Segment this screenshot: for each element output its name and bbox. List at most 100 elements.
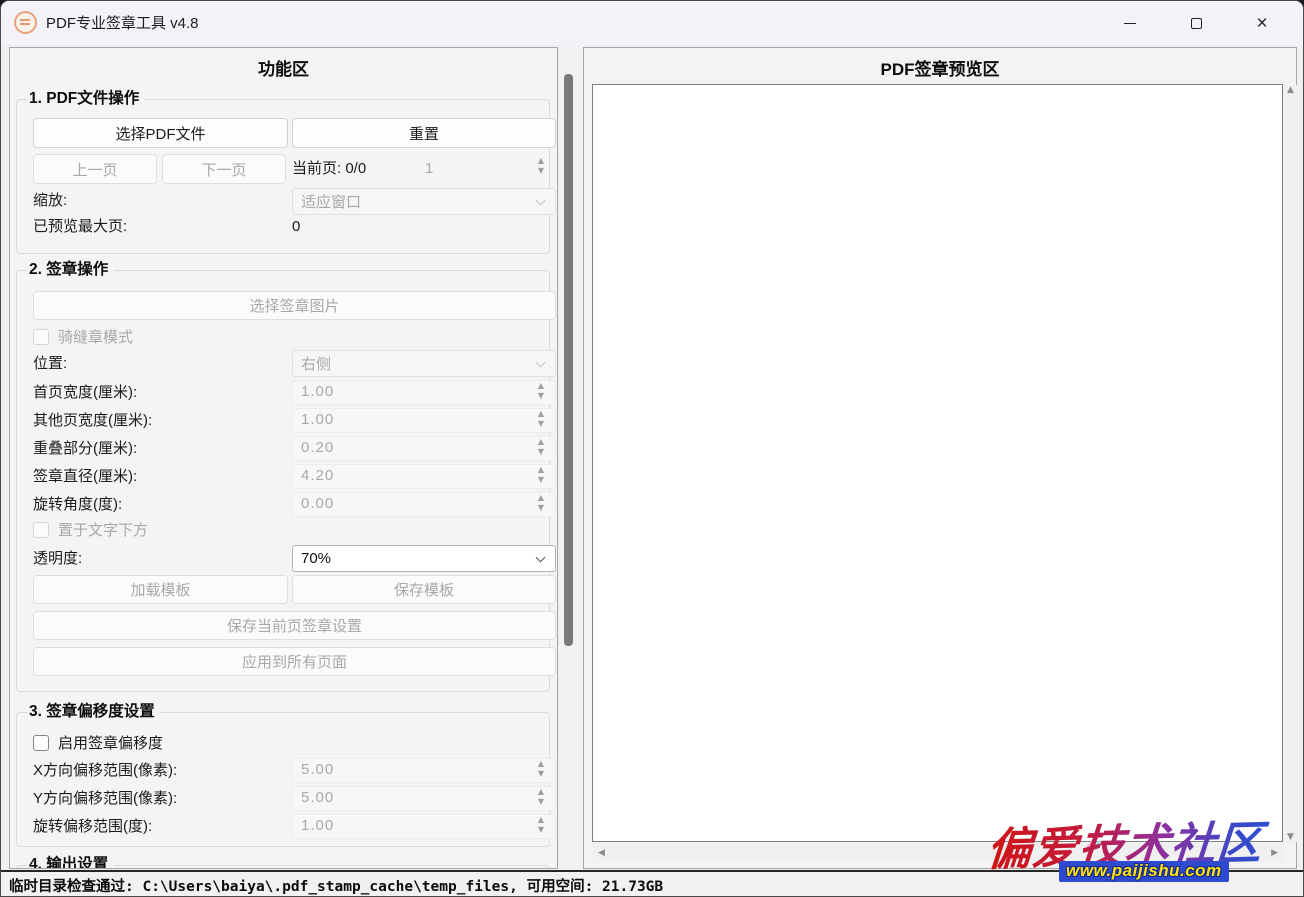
scrollbar-thumb[interactable] xyxy=(564,74,573,646)
preview-panel: PDF签章预览区 ▲ ▼ ◀ ▶ xyxy=(583,47,1297,869)
spin-value: 5.00 xyxy=(301,789,334,806)
spin-value: 0.00 xyxy=(301,495,334,512)
group-title: 3. 签章偏移度设置 xyxy=(27,702,161,722)
spinner-up-icon[interactable]: ▲ xyxy=(538,156,544,166)
chevron-down-icon xyxy=(536,553,546,563)
function-panel-scrollbar[interactable] xyxy=(560,47,578,869)
spin-value: 1.00 xyxy=(301,383,334,400)
spinner-down-icon[interactable]: ▼ xyxy=(538,475,544,485)
next-page-button[interactable]: 下一页 xyxy=(162,154,286,184)
chevron-down-icon xyxy=(536,358,546,368)
enable-offset-checkbox[interactable] xyxy=(33,735,49,751)
param-label: 签章直径(厘米): xyxy=(33,467,137,487)
spinner-arrows: ▲▼ xyxy=(534,787,548,807)
spin-value: 4.20 xyxy=(301,467,334,484)
opacity-select[interactable]: 70% xyxy=(292,545,556,572)
minimize-button[interactable] xyxy=(1097,1,1163,45)
spinner-down-icon[interactable]: ▼ xyxy=(538,769,544,779)
param-label: 其他页宽度(厘米): xyxy=(33,411,152,431)
group-title: 2. 签章操作 xyxy=(27,260,114,280)
load-template-button[interactable]: 加载模板 xyxy=(33,575,288,604)
preview-vertical-scrollbar[interactable]: ▲ ▼ xyxy=(1283,85,1298,842)
page-spinner-arrows: ▲ ▼ xyxy=(534,156,548,176)
maximize-button[interactable] xyxy=(1163,1,1229,45)
window-controls: × xyxy=(1097,1,1295,45)
maximize-icon xyxy=(1191,18,1202,29)
preview-canvas[interactable] xyxy=(592,84,1283,842)
spinner-down-icon[interactable]: ▼ xyxy=(538,391,544,401)
position-select-value: 右侧 xyxy=(301,353,331,374)
straddle-mode-checkbox[interactable] xyxy=(33,329,49,345)
enable-offset-label: 启用签章偏移度 xyxy=(58,734,163,754)
opacity-select-value: 70% xyxy=(301,550,331,567)
spinner-arrows: ▲▼ xyxy=(534,381,548,401)
spinner-up-icon[interactable]: ▲ xyxy=(538,787,544,797)
scroll-left-icon[interactable]: ◀ xyxy=(598,848,605,858)
param-label: 旋转偏移范围(度): xyxy=(33,817,152,837)
position-select[interactable]: 右侧 xyxy=(292,350,556,377)
spinner-down-icon[interactable]: ▼ xyxy=(538,825,544,835)
param-row-y-offset: Y方向偏移范围(像素): 5.00 ▲▼ xyxy=(10,785,558,813)
spinner-down-icon[interactable]: ▼ xyxy=(538,166,544,176)
prev-page-button[interactable]: 上一页 xyxy=(33,154,157,184)
apply-all-pages-button[interactable]: 应用到所有页面 xyxy=(33,647,556,676)
param-row-x-offset: X方向偏移范围(像素): 5.00 ▲▼ xyxy=(10,757,558,785)
param-label: 首页宽度(厘米): xyxy=(33,383,137,403)
window-title: PDF专业签章工具 v4.8 xyxy=(46,12,199,33)
group-title: 4. 输出设置 xyxy=(27,855,114,869)
group-title: 1. PDF文件操作 xyxy=(27,89,145,109)
under-text-checkbox[interactable] xyxy=(33,522,49,538)
max-preview-value: 0 xyxy=(292,217,300,237)
scroll-up-icon[interactable]: ▲ xyxy=(1287,85,1294,95)
spinner-down-icon[interactable]: ▼ xyxy=(538,503,544,513)
spinner-up-icon[interactable]: ▲ xyxy=(538,465,544,475)
spinner-down-icon[interactable]: ▼ xyxy=(538,419,544,429)
spinner-down-icon[interactable]: ▼ xyxy=(538,447,544,457)
param-row-other-page-width: 其他页宽度(厘米): 1.00 ▲▼ xyxy=(10,407,558,435)
param-row-rotation-angle: 旋转角度(度): 0.00 ▲▼ xyxy=(10,491,558,519)
spinner-arrows: ▲▼ xyxy=(534,465,548,485)
titlebar: PDF专业签章工具 v4.8 × xyxy=(1,1,1303,45)
spinner-arrows: ▲▼ xyxy=(534,759,548,779)
select-stamp-image-button[interactable]: 选择签章图片 xyxy=(33,291,556,320)
save-template-button[interactable]: 保存模板 xyxy=(292,575,556,604)
spin-value: 1.00 xyxy=(301,817,334,834)
max-preview-label: 已预览最大页: xyxy=(33,217,127,237)
reset-button[interactable]: 重置 xyxy=(292,118,556,148)
param-label: X方向偏移范围(像素): xyxy=(33,761,177,781)
spinner-up-icon[interactable]: ▲ xyxy=(538,493,544,503)
under-text-label: 置于文字下方 xyxy=(58,521,148,541)
status-text: 临时目录检查通过: C:\Users\baiya\.pdf_stamp_cach… xyxy=(9,875,663,896)
spin-value: 0.20 xyxy=(301,439,334,456)
straddle-mode-label: 骑缝章模式 xyxy=(58,328,133,348)
spinner-up-icon[interactable]: ▲ xyxy=(538,815,544,825)
current-page-label: 当前页: 0/0 xyxy=(292,159,366,179)
page-spinner-value[interactable]: 1 xyxy=(425,159,433,179)
minimize-icon xyxy=(1124,23,1136,24)
save-current-page-button[interactable]: 保存当前页签章设置 xyxy=(33,611,556,640)
spinner-up-icon[interactable]: ▲ xyxy=(538,409,544,419)
param-label: 重叠部分(厘米): xyxy=(33,439,137,459)
spinner-down-icon[interactable]: ▼ xyxy=(538,797,544,807)
zoom-select-value: 适应窗口 xyxy=(301,191,361,212)
spinner-arrows: ▲▼ xyxy=(534,493,548,513)
preview-panel-title: PDF签章预览区 xyxy=(584,55,1296,80)
function-panel-title: 功能区 xyxy=(10,55,557,80)
spinner-up-icon[interactable]: ▲ xyxy=(538,437,544,447)
spinner-arrows: ▲▼ xyxy=(534,815,548,835)
watermark-url: www.paijishu.com xyxy=(1059,861,1229,882)
spinner-up-icon[interactable]: ▲ xyxy=(538,381,544,391)
spinner-arrows: ▲▼ xyxy=(534,409,548,429)
app-stamp-icon xyxy=(14,11,37,34)
spinner-up-icon[interactable]: ▲ xyxy=(538,759,544,769)
zoom-select[interactable]: 适应窗口 xyxy=(292,188,556,215)
position-label: 位置: xyxy=(33,354,67,374)
zoom-label: 缩放: xyxy=(33,191,67,211)
app-window: PDF专业签章工具 v4.8 × 功能区 1. PDF文件操作 选择PDF文件 … xyxy=(0,0,1304,897)
close-button[interactable]: × xyxy=(1229,1,1295,45)
spin-value: 5.00 xyxy=(301,761,334,778)
close-icon: × xyxy=(1256,14,1267,33)
spinner-arrows: ▲▼ xyxy=(534,437,548,457)
spin-value: 1.00 xyxy=(301,411,334,428)
select-pdf-button[interactable]: 选择PDF文件 xyxy=(33,118,288,148)
